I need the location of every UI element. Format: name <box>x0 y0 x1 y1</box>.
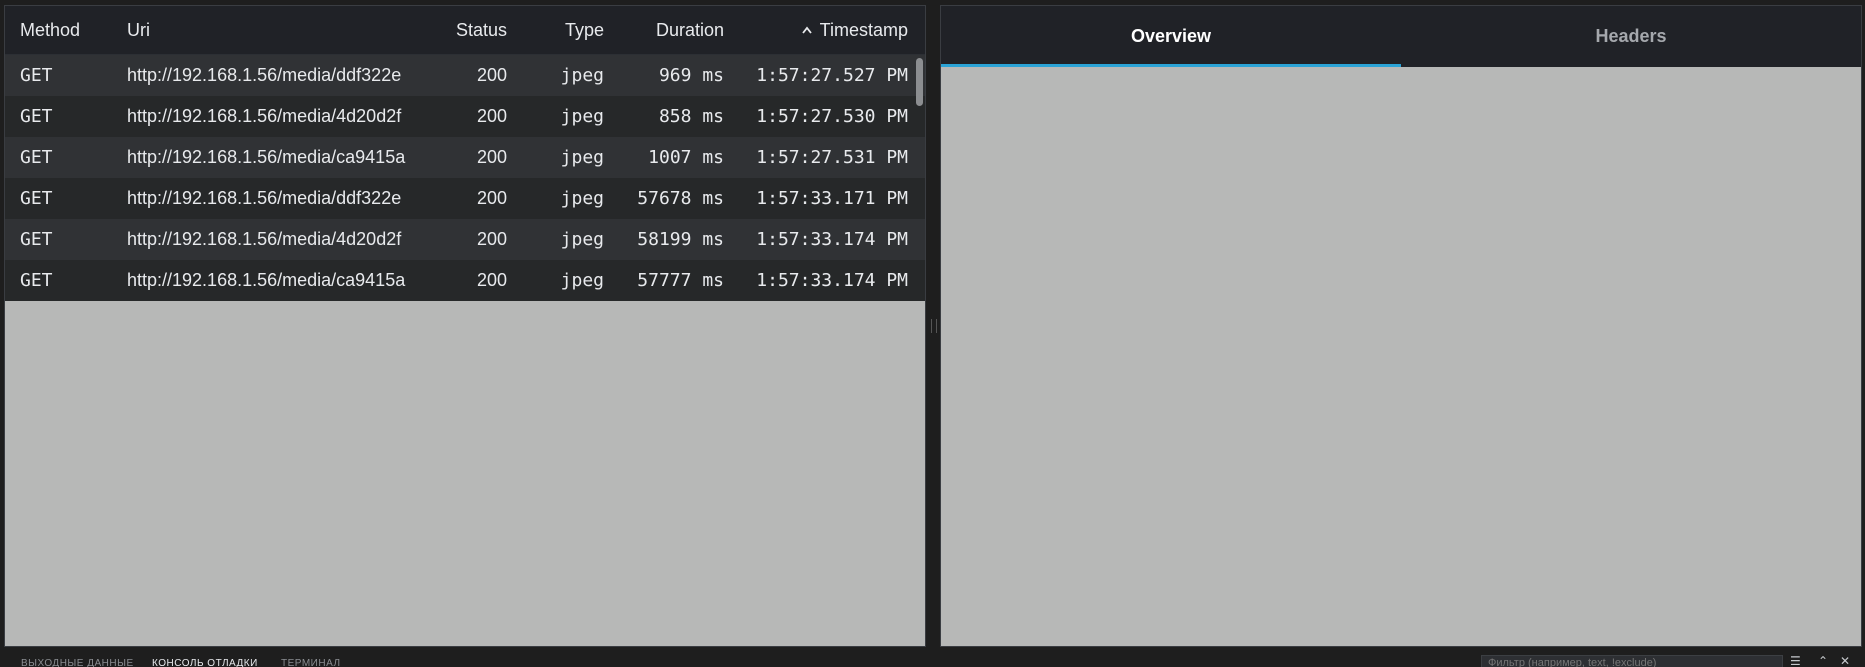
cell-duration: 1007 ms <box>648 147 724 168</box>
cell-timestamp: 1:57:33.171 PM <box>756 188 908 209</box>
cell-timestamp: 1:57:27.530 PM <box>756 106 908 127</box>
table-row[interactable]: GET http://192.168.1.56/media/4d20d2f 20… <box>5 219 925 260</box>
cell-status: 200 <box>476 106 507 126</box>
drag-handle-icon <box>931 319 937 333</box>
cell-type: jpeg <box>560 188 604 209</box>
close-icon[interactable]: ✕ <box>1840 654 1850 667</box>
column-header-timestamp[interactable]: Timestamp <box>730 20 920 41</box>
cell-uri: http://192.168.1.56/media/ca9415a <box>127 147 406 167</box>
cell-uri: http://192.168.1.56/media/ddf322e <box>127 65 402 85</box>
detail-tabs: Overview Headers <box>941 6 1861 67</box>
column-header-timestamp-label: Timestamp <box>819 19 908 40</box>
cell-duration: 58199 ms <box>637 229 724 250</box>
cell-method: GET <box>20 65 53 86</box>
bottom-panel-bar: ВЫХОДНЫЕ ДАННЫЕ КОНСОЛЬ ОТЛАДКИ ТЕРМИНАЛ… <box>0 651 1865 667</box>
vertical-scrollbar[interactable] <box>916 58 923 106</box>
cell-method: GET <box>20 106 53 127</box>
table-row[interactable]: GET http://192.168.1.56/media/ddf322e 20… <box>5 178 925 219</box>
cell-duration: 858 ms <box>658 106 724 127</box>
table-row[interactable]: GET http://192.168.1.56/media/ddf322e 20… <box>5 55 925 96</box>
chevron-up-icon[interactable]: ⌃ <box>1818 654 1828 667</box>
table-row[interactable]: GET http://192.168.1.56/media/4d20d2f 20… <box>5 96 925 137</box>
cell-duration: 969 ms <box>658 65 724 86</box>
cell-uri: http://192.168.1.56/media/4d20d2f <box>127 106 402 126</box>
column-header-method[interactable]: Method <box>5 20 113 41</box>
request-rows: GET http://192.168.1.56/media/ddf322e 20… <box>5 55 925 301</box>
menu-icon[interactable]: ☰ <box>1790 654 1801 667</box>
column-header-uri[interactable]: Uri <box>113 20 413 41</box>
chevron-up-icon <box>801 21 812 37</box>
cell-status: 200 <box>476 229 507 249</box>
cell-uri: http://192.168.1.56/media/ca9415a <box>127 270 406 290</box>
cell-timestamp: 1:57:33.174 PM <box>756 270 908 291</box>
detail-panel: Overview Headers <box>940 5 1862 647</box>
tab-terminal[interactable]: ТЕРМИНАЛ <box>281 658 341 667</box>
cell-timestamp: 1:57:33.174 PM <box>756 229 908 250</box>
cell-status: 200 <box>476 270 507 290</box>
cell-timestamp: 1:57:27.531 PM <box>756 147 908 168</box>
cell-method: GET <box>20 188 53 209</box>
cell-method: GET <box>20 229 53 250</box>
table-row[interactable]: GET http://192.168.1.56/media/ca9415a 20… <box>5 260 925 301</box>
cell-method: GET <box>20 270 53 291</box>
cell-uri: http://192.168.1.56/media/ddf322e <box>127 188 402 208</box>
cell-method: GET <box>20 147 53 168</box>
cell-uri: http://192.168.1.56/media/4d20d2f <box>127 229 402 249</box>
cell-duration: 57678 ms <box>637 188 724 209</box>
cell-status: 200 <box>476 188 507 208</box>
tab-debug-console[interactable]: КОНСОЛЬ ОТЛАДКИ <box>152 658 258 667</box>
cell-type: jpeg <box>560 147 604 168</box>
cell-type: jpeg <box>560 229 604 250</box>
tab-headers[interactable]: Headers <box>1401 6 1861 67</box>
cell-type: jpeg <box>560 106 604 127</box>
tab-overview[interactable]: Overview <box>941 6 1401 67</box>
column-header-type[interactable]: Type <box>513 20 610 41</box>
column-header-duration[interactable]: Duration <box>610 20 730 41</box>
cell-type: jpeg <box>560 65 604 86</box>
cell-status: 200 <box>476 147 507 167</box>
cell-type: jpeg <box>560 270 604 291</box>
requests-panel: Method Uri Status Type Duration Timestam… <box>4 5 926 647</box>
cell-duration: 57777 ms <box>637 270 724 291</box>
filter-input[interactable] <box>1481 655 1783 667</box>
panel-splitter[interactable] <box>929 5 939 647</box>
table-header: Method Uri Status Type Duration Timestam… <box>5 6 925 55</box>
table-row[interactable]: GET http://192.168.1.56/media/ca9415a 20… <box>5 137 925 178</box>
column-header-status[interactable]: Status <box>413 20 513 41</box>
tab-output[interactable]: ВЫХОДНЫЕ ДАННЫЕ <box>21 658 134 667</box>
cell-status: 200 <box>476 65 507 85</box>
cell-timestamp: 1:57:27.527 PM <box>756 65 908 86</box>
